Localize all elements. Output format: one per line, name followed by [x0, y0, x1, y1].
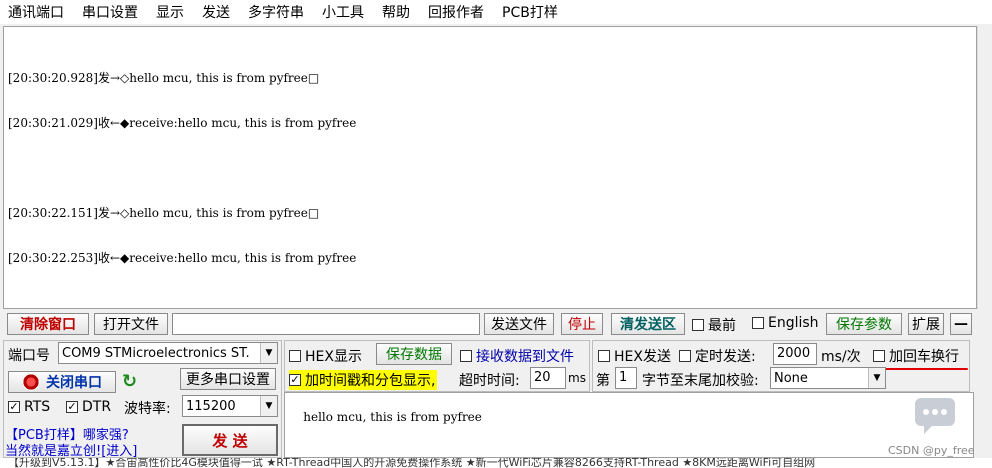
send-button[interactable]: 发 送 [182, 424, 278, 456]
hex-show-checkbox[interactable]: HEX显示 [289, 346, 362, 366]
send-textarea[interactable]: hello mcu, this is from pyfree [284, 392, 974, 458]
menu-tools[interactable]: 小工具 [322, 2, 364, 22]
clear-send-button[interactable]: 清发送区 [611, 313, 685, 335]
menu-help[interactable]: 帮助 [382, 2, 410, 22]
close-port-label: 关闭串口 [46, 375, 102, 391]
dtr-label: DTR [82, 399, 112, 415]
send-file-button[interactable]: 发送文件 [484, 313, 554, 335]
hex-show-box[interactable] [289, 350, 301, 362]
chat-bubble-icon [915, 398, 955, 434]
english-label: English [768, 315, 819, 331]
clear-window-button[interactable]: 清除窗口 [7, 313, 89, 335]
dtr-box[interactable] [66, 401, 78, 413]
send-content: hello mcu, this is from pyfree [303, 410, 482, 424]
chevron-down-icon[interactable]: ▼ [260, 343, 277, 363]
file-path-input[interactable] [172, 313, 480, 335]
english-box[interactable] [752, 317, 764, 329]
more-settings-button[interactable]: 更多串口设置 [180, 368, 276, 390]
status-bar: 【升级到V5.13.1】★合宙高性价比4G模块值得一试 ★RT-Thread中国… [0, 458, 992, 468]
open-file-button[interactable]: 打开文件 [94, 313, 168, 335]
collapse-button[interactable]: — [950, 313, 972, 335]
append-crlf-box[interactable] [873, 350, 885, 362]
timed-send-label: 定时发送: [695, 349, 756, 365]
chevron-down-icon[interactable]: ▼ [260, 396, 277, 416]
port-value: COM9 STMicroelectronics ST. [62, 345, 250, 361]
menu-bar: 通讯端口 串口设置 显示 发送 多字符串 小工具 帮助 回报作者 PCB打样 [0, 0, 992, 24]
menu-report-author[interactable]: 回报作者 [428, 2, 484, 22]
receive-line: [20:30:20.928]发→◇hello mcu, this is from… [8, 71, 320, 85]
watermark: CSDN @py_free [888, 444, 975, 457]
baud-value: 115200 [186, 398, 236, 414]
english-checkbox[interactable]: English [752, 315, 819, 331]
dtr-checkbox[interactable]: DTR [66, 399, 111, 415]
recv-to-file-checkbox[interactable]: 接收数据到文件 [460, 346, 574, 366]
close-port-button[interactable]: 关闭串口 [8, 371, 116, 393]
recv-to-file-box[interactable] [460, 350, 472, 362]
topmost-label: 最前 [708, 318, 736, 334]
append-crlf-label: 加回车换行 [889, 349, 959, 365]
port-label: 端口号 [8, 348, 50, 364]
checksum-select[interactable]: None ▼ [770, 367, 886, 389]
save-data-button[interactable]: 保存数据 [376, 343, 452, 365]
menu-send[interactable]: 发送 [202, 2, 230, 22]
menu-comm-port[interactable]: 通讯端口 [8, 2, 64, 22]
page-label: 第 [596, 373, 610, 389]
ad-line-2[interactable]: 当然就是嘉立创![进入] [5, 440, 137, 459]
receive-line [8, 161, 976, 176]
topmost-box[interactable] [692, 319, 704, 331]
hex-show-label: HEX显示 [305, 349, 362, 365]
recv-to-file-label: 接收数据到文件 [476, 349, 574, 365]
menu-serial-settings[interactable]: 串口设置 [82, 2, 138, 22]
timestamp-box[interactable] [289, 374, 301, 386]
receive-line: [20:30:22.151]发→◇hello mcu, this is from… [8, 206, 320, 220]
receive-line: [20:30:21.029]收←◆receive:hello mcu, this… [8, 116, 357, 130]
interval-input[interactable]: 2000 [773, 343, 817, 365]
rts-checkbox[interactable]: RTS [8, 399, 50, 415]
page-input[interactable]: 1 [615, 367, 637, 389]
menu-pcb[interactable]: PCB打样 [502, 2, 558, 22]
baud-select[interactable]: 115200 ▼ [182, 395, 278, 417]
timeout-label: 超时时间: [459, 373, 520, 389]
chevron-down-icon[interactable]: ▼ [868, 368, 885, 388]
sscom-window: 通讯端口 串口设置 显示 发送 多字符串 小工具 帮助 回报作者 PCB打样 [… [0, 0, 992, 468]
timestamp-label: 加时间戳和分包显示, [305, 373, 436, 389]
refresh-icon[interactable]: ↻ [122, 371, 137, 392]
interval-unit: ms/次 [821, 349, 861, 365]
timeout-input[interactable]: 20 [530, 367, 566, 389]
receive-textarea[interactable]: [20:30:20.928]发→◇hello mcu, this is from… [3, 26, 977, 309]
save-params-button[interactable]: 保存参数 [826, 313, 902, 335]
receive-line: [20:30:22.253]收←◆receive:hello mcu, this… [8, 251, 357, 265]
checksum-label: 字节至末尾加校验: [642, 373, 759, 389]
hex-send-label: HEX发送 [614, 349, 671, 365]
stop-button[interactable]: 停止 [561, 313, 603, 335]
menu-display[interactable]: 显示 [156, 2, 184, 22]
checksum-value: None [774, 370, 808, 386]
receive-scrollbar[interactable] [977, 26, 992, 309]
timed-send-box[interactable] [679, 350, 691, 362]
hex-send-checkbox[interactable]: HEX发送 [598, 346, 671, 366]
topmost-checkbox[interactable]: 最前 [692, 315, 736, 335]
rts-label: RTS [24, 399, 51, 415]
rts-box[interactable] [8, 401, 20, 413]
timeout-unit: ms [568, 371, 586, 385]
port-select[interactable]: COM9 STMicroelectronics ST. ▼ [58, 342, 278, 364]
hex-send-box[interactable] [598, 350, 610, 362]
menu-multi-string[interactable]: 多字符串 [248, 2, 304, 22]
timestamp-checkbox[interactable]: 加时间戳和分包显示, [289, 370, 438, 390]
baud-label: 波特率: [124, 401, 171, 417]
append-crlf-checkbox[interactable]: 加回车换行 [873, 346, 959, 366]
timed-send-checkbox[interactable]: 定时发送: [679, 346, 756, 366]
stop-light-icon [22, 373, 40, 391]
expand-button[interactable]: 扩展 [908, 313, 944, 335]
